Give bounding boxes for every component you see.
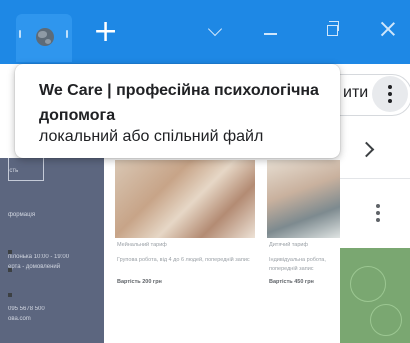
left-text-3: пілонька 10:00 - 19:00 bbox=[8, 254, 70, 260]
minimize-icon[interactable] bbox=[264, 33, 277, 35]
preview-left-panel: ість формація пілонька 10:00 - 19:00 ерт… bbox=[0, 158, 104, 343]
globe-icon bbox=[36, 28, 54, 46]
left-text-4: ерта - домовлений bbox=[8, 264, 61, 270]
page-more-icon-dot-1[interactable] bbox=[376, 204, 380, 208]
left-frame bbox=[8, 158, 44, 181]
card-2-price: Вартість 450 грн bbox=[269, 279, 314, 285]
restore-icon[interactable] bbox=[327, 21, 339, 36]
card-1-price: Вартість 200 грн bbox=[117, 279, 162, 285]
page-more-icon-dot-2[interactable] bbox=[376, 211, 380, 215]
tab-hover-card: We Care | професійна психологічна допомо… bbox=[15, 64, 340, 158]
left-marker-3 bbox=[8, 293, 12, 297]
close-icon[interactable] bbox=[380, 21, 396, 37]
card-photo-1 bbox=[115, 160, 255, 238]
tab-edge-left bbox=[19, 30, 21, 38]
hover-card-subtitle: локальний або спільний файл bbox=[39, 128, 264, 145]
card-1-desc: Групова робота, від 4 до 6 людей, попере… bbox=[117, 257, 250, 263]
more-vert-icon[interactable] bbox=[372, 76, 408, 112]
card-2-desc: Індивідуальна робота, попередній запис bbox=[269, 257, 326, 272]
card-2-name: Дитячий тариф bbox=[269, 242, 309, 248]
hover-card-title: We Care | професійна психологічна допомо… bbox=[39, 82, 319, 124]
left-text-5: 095 5678 500 bbox=[8, 306, 45, 312]
left-marker-1 bbox=[8, 250, 12, 254]
preview-right-panel bbox=[340, 248, 410, 343]
left-text-6: ова.com bbox=[8, 316, 31, 322]
card-1-name: Мейнальний тариф bbox=[117, 242, 167, 248]
left-marker-2 bbox=[8, 268, 12, 272]
left-text-2: формація bbox=[8, 212, 36, 218]
page-more-icon-dot-3[interactable] bbox=[376, 218, 380, 222]
tab-edge-right bbox=[66, 30, 68, 38]
card-photo-2 bbox=[267, 160, 340, 238]
new-tab-button[interactable]: + bbox=[93, 17, 118, 47]
action-button-label: ити bbox=[343, 84, 369, 101]
